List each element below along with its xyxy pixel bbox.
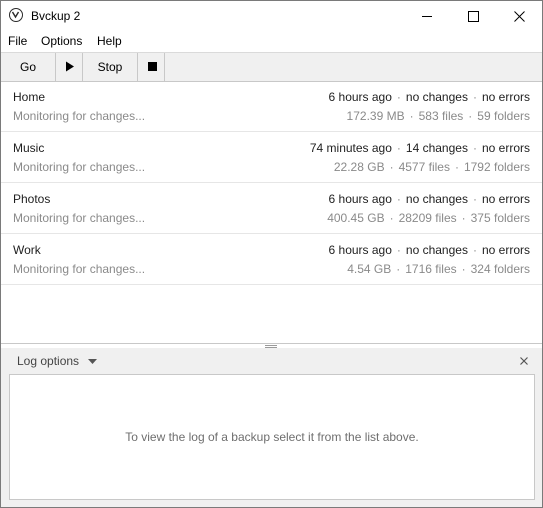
errors-count: no errors [481,192,530,206]
backup-row-music[interactable]: Music Monitoring for changes... 74 minut… [1,132,542,183]
menu-bar: File Options Help [1,31,542,51]
separator: · [409,109,414,123]
backup-summary: 6 hours ago · no changes · no errors [329,90,530,104]
backup-name: Work [13,243,41,257]
backup-summary: 6 hours ago · no changes · no errors [329,192,530,206]
backup-row-photos[interactable]: Photos Monitoring for changes... 6 hours… [1,183,542,234]
backup-stats: 400.45 GB · 28209 files · 375 folders [327,211,530,225]
backup-list: Home Monitoring for changes... 6 hours a… [1,81,542,285]
errors-count: no errors [481,243,530,257]
app-window: Bvckup 2 File Options Help Go Stop Home … [0,0,543,508]
backup-size: 4.54 GB [347,262,392,276]
errors-count: no errors [481,90,530,104]
minimize-button[interactable] [404,1,450,31]
backup-status: Monitoring for changes... [13,211,146,225]
stop-square-icon [148,62,157,71]
folder-count: 59 folders [477,109,530,123]
minimize-icon [422,16,432,17]
menu-help[interactable]: Help [97,34,122,48]
separator: · [461,262,466,276]
backup-stats: 22.28 GB · 4577 files · 1792 folders [334,160,530,174]
title-bar[interactable]: Bvckup 2 [1,1,542,31]
file-count: 4577 files [398,160,450,174]
halt-button[interactable] [138,53,165,81]
separator: · [472,192,477,206]
backup-name: Home [13,90,46,104]
backup-stats: 172.39 MB · 583 files · 59 folders [347,109,530,123]
menu-file[interactable]: File [8,34,27,48]
last-run: 6 hours ago [328,243,392,257]
separator: · [389,211,394,225]
window-title: Bvckup 2 [31,9,81,23]
separator: · [389,160,394,174]
changes-count: no changes [405,243,468,257]
maximize-button[interactable] [450,1,496,31]
backup-status: Monitoring for changes... [13,160,146,174]
folder-count: 324 folders [470,262,530,276]
file-count: 28209 files [398,211,457,225]
maximize-icon [468,11,479,22]
separator: · [396,243,401,257]
last-run: 6 hours ago [328,90,392,104]
play-button[interactable] [56,53,83,81]
folder-count: 375 folders [470,211,530,225]
log-pane: Log options To view the log of a backup … [1,348,542,507]
backup-summary: 6 hours ago · no changes · no errors [329,243,530,257]
backup-row-home[interactable]: Home Monitoring for changes... 6 hours a… [1,81,542,132]
close-log-icon[interactable] [520,357,528,365]
play-icon [66,61,74,72]
last-run: 74 minutes ago [309,141,392,155]
separator: · [396,90,401,104]
backup-size: 172.39 MB [346,109,405,123]
menu-options[interactable]: Options [41,34,82,48]
separator: · [396,141,401,155]
changes-count: no changes [405,90,468,104]
separator: · [396,262,401,276]
log-options-dropdown[interactable]: Log options [17,354,79,368]
close-icon [514,11,525,22]
backup-summary: 74 minutes ago · 14 changes · no errors [310,141,530,155]
stop-button-label: Stop [97,60,123,74]
last-run: 6 hours ago [328,192,392,206]
file-count: 583 files [418,109,464,123]
log-view[interactable]: To view the log of a backup select it fr… [9,374,535,500]
close-button[interactable] [496,1,542,31]
backup-name: Music [13,141,45,155]
backup-name: Photos [13,192,51,206]
separator: · [468,109,473,123]
separator: · [461,211,466,225]
changes-count: 14 changes [405,141,468,155]
separator: · [472,243,477,257]
stop-button[interactable]: Stop [83,53,138,81]
go-button[interactable]: Go [1,53,56,81]
backup-size: 400.45 GB [327,211,385,225]
log-empty-message: To view the log of a backup select it fr… [125,430,419,444]
separator: · [454,160,459,174]
bvckup-logo-icon[interactable] [9,8,23,22]
backup-stats: 4.54 GB · 1716 files · 324 folders [347,262,530,276]
separator: · [472,141,477,155]
chevron-down-icon[interactable] [88,359,97,364]
backup-status: Monitoring for changes... [13,262,146,276]
backup-row-work[interactable]: Work Monitoring for changes... 6 hours a… [1,234,542,285]
go-button-label: Go [19,60,36,74]
separator: · [472,90,477,104]
separator: · [396,192,401,206]
toolbar: Go Stop [1,52,542,82]
backup-status: Monitoring for changes... [13,109,146,123]
errors-count: no errors [481,141,530,155]
file-count: 1716 files [405,262,457,276]
backup-size: 22.28 GB [333,160,385,174]
folder-count: 1792 folders [463,160,530,174]
changes-count: no changes [405,192,468,206]
